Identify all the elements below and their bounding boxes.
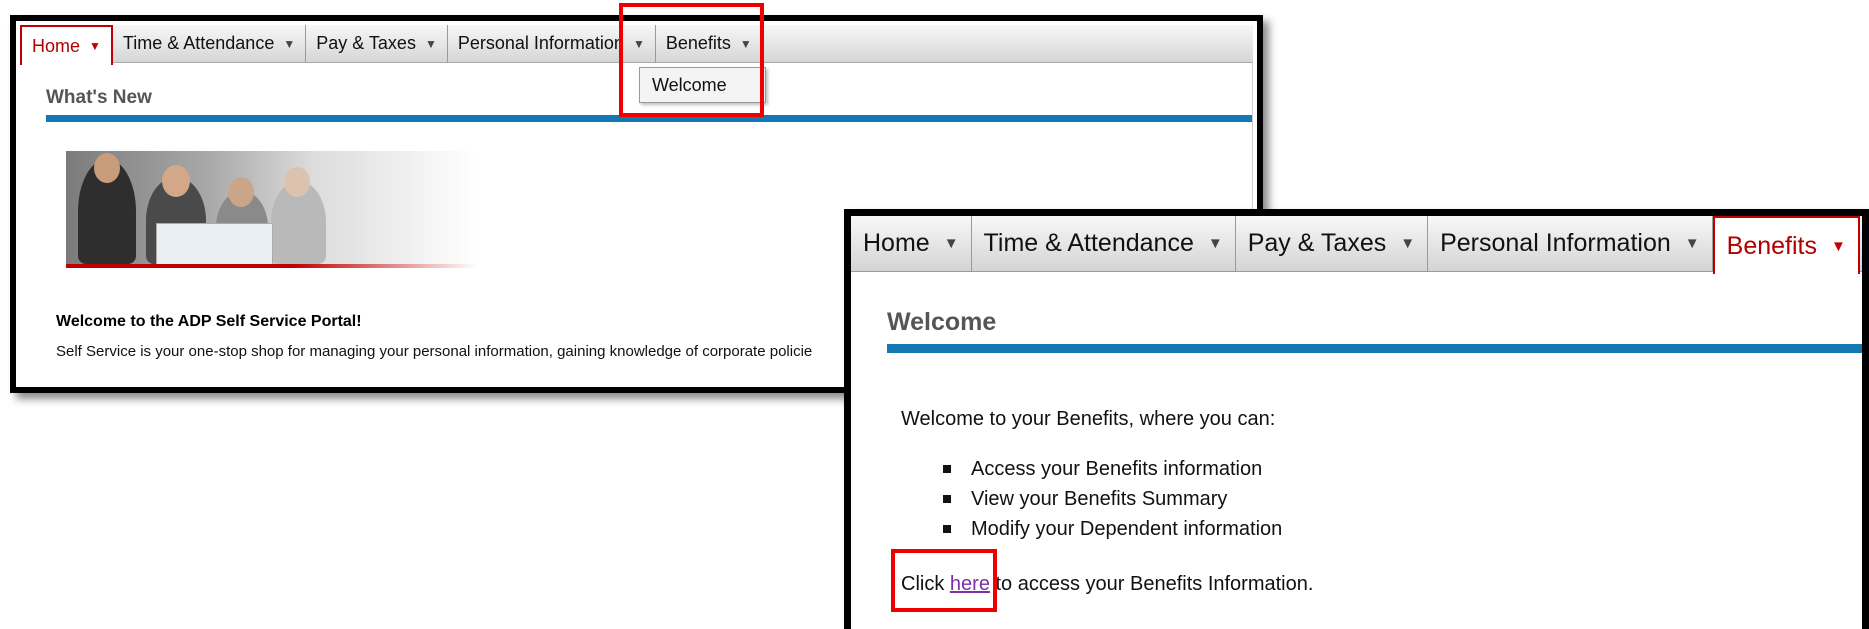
list-item: View your Benefits Summary xyxy=(943,484,1282,514)
chevron-down-icon[interactable]: ▼ xyxy=(1831,238,1846,255)
welcome-description: Self Service is your one-stop shop for m… xyxy=(56,343,813,360)
section-title: What's New xyxy=(46,87,152,108)
chevron-down-icon[interactable]: ▼ xyxy=(944,235,959,252)
tab-label: Time & Attendance xyxy=(122,33,275,53)
tab-label: Pay & Taxes xyxy=(1247,229,1387,257)
list-item-text: Modify your Dependent information xyxy=(971,518,1283,540)
tab-label: Home xyxy=(863,229,930,257)
bullet-square-icon xyxy=(943,495,951,503)
benefits-list: Access your Benefits information View yo… xyxy=(943,454,1282,544)
chevron-down-icon[interactable]: ▼ xyxy=(89,39,101,53)
tab-home[interactable]: Home ▼ xyxy=(20,25,113,65)
portal-window-benefits: Home ▼ Time & Attendance ▼ Pay & Taxes ▼… xyxy=(844,209,1869,629)
click-suffix: to access your Benefits Information. xyxy=(995,573,1314,595)
tab-label: Pay & Taxes xyxy=(316,33,416,53)
tab-pay-taxes[interactable]: Pay & Taxes ▼ xyxy=(1236,216,1429,271)
welcome-heading: Welcome to the ADP Self Service Portal! xyxy=(56,313,362,330)
tab-label: Benefits xyxy=(1726,231,1817,260)
list-item: Modify your Dependent information xyxy=(943,514,1282,544)
tab-label: Home xyxy=(32,35,81,56)
tab-label: Time & Attendance xyxy=(983,229,1194,257)
top-nav-bar: Home ▼ Time & Attendance ▼ Pay & Taxes ▼… xyxy=(851,216,1862,274)
benefits-intro: Welcome to your Benefits, where you can: xyxy=(901,408,1276,430)
tab-benefits[interactable]: Benefits ▼ xyxy=(1712,216,1860,274)
tab-pay-taxes[interactable]: Pay & Taxes ▼ xyxy=(306,25,448,62)
tab-time-attendance[interactable]: Time & Attendance ▼ xyxy=(113,25,307,62)
bullet-square-icon xyxy=(943,465,951,473)
chevron-down-icon[interactable]: ▼ xyxy=(425,37,437,51)
banner-red-rule xyxy=(66,264,478,268)
chevron-down-icon[interactable]: ▼ xyxy=(1400,235,1415,252)
section-title: Welcome xyxy=(887,308,997,336)
banner-photo xyxy=(66,151,478,264)
bullet-square-icon xyxy=(943,525,951,533)
chevron-down-icon[interactable]: ▼ xyxy=(1208,235,1223,252)
tab-personal-information[interactable]: Personal Information ▼ xyxy=(1428,216,1713,271)
list-item-text: Access your Benefits information xyxy=(971,458,1263,480)
chevron-down-icon[interactable]: ▼ xyxy=(1685,235,1700,252)
list-item-text: View your Benefits Summary xyxy=(971,488,1228,510)
section-divider xyxy=(887,344,1862,353)
tab-label: Personal Information xyxy=(1440,229,1671,257)
tab-time-attendance[interactable]: Time & Attendance ▼ xyxy=(972,216,1236,271)
list-item: Access your Benefits information xyxy=(943,454,1282,484)
highlight-benefits-menu xyxy=(619,3,764,117)
tab-label: Personal Information xyxy=(457,33,624,53)
highlight-here-link xyxy=(891,549,997,612)
chevron-down-icon[interactable]: ▼ xyxy=(283,37,295,51)
tab-home[interactable]: Home ▼ xyxy=(851,216,972,271)
